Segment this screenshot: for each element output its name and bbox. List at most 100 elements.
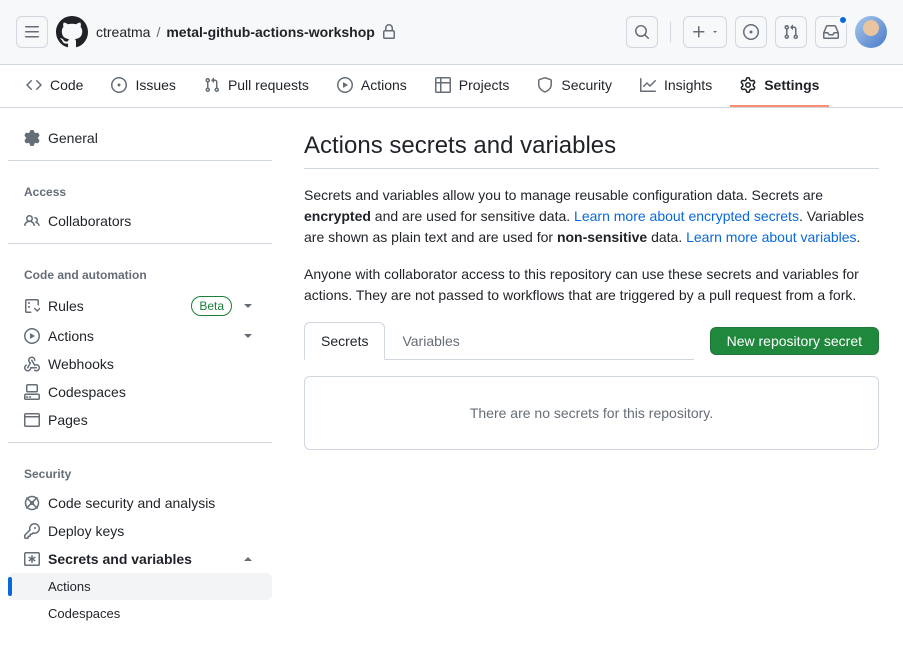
table-icon (435, 77, 451, 93)
main-content: Actions secrets and variables Secrets an… (280, 108, 903, 643)
pull-requests-button[interactable] (775, 16, 807, 48)
code-icon (26, 77, 42, 93)
gear-icon (740, 77, 756, 93)
github-mark-icon (56, 16, 88, 48)
inbox-button[interactable] (815, 16, 847, 48)
sidebar-item-label: Codespaces (48, 384, 256, 400)
gear-icon (24, 130, 40, 146)
sidebar-item-secrets-variables[interactable]: Secrets and variables (8, 545, 272, 573)
lock-icon (381, 24, 397, 40)
intro-bold: non-sensitive (557, 229, 647, 245)
pr-icon (204, 77, 220, 93)
search-button[interactable] (626, 16, 658, 48)
sidebar-heading-automation: Code and automation (8, 252, 272, 290)
breadcrumb-owner[interactable]: ctreatma (96, 24, 150, 40)
inbox-icon (823, 24, 839, 40)
graph-icon (640, 77, 656, 93)
chevron-down-icon (240, 298, 256, 314)
tab-label: Actions (361, 77, 407, 93)
tab-label: Settings (764, 77, 819, 93)
tab-label: Insights (664, 77, 712, 93)
sidebar-item-label: Code security and analysis (48, 495, 256, 511)
sidebar-subitem-actions[interactable]: Actions (8, 573, 272, 600)
intro-text-part: . (857, 229, 861, 245)
page-title: Actions secrets and variables (304, 132, 879, 169)
link-encrypted-secrets[interactable]: Learn more about encrypted secrets (574, 208, 799, 224)
plus-icon (691, 24, 707, 40)
sidebar-item-label: Rules (48, 298, 183, 314)
sidebar-subitem-codespaces[interactable]: Codespaces (8, 600, 272, 627)
codespaces-icon (24, 384, 40, 400)
sidebar-item-rules[interactable]: Rules Beta (8, 290, 272, 322)
sidebar-item-label: Pages (48, 412, 256, 428)
tab-insights[interactable]: Insights (630, 65, 722, 107)
hamburger-menu[interactable] (16, 16, 48, 48)
tab-issues[interactable]: Issues (101, 65, 185, 107)
sidebar-item-actions[interactable]: Actions (8, 322, 272, 350)
tab-variables[interactable]: Variables (385, 322, 476, 360)
sidebar-item-code-security[interactable]: Code security and analysis (8, 489, 272, 517)
intro-text-part: data. (647, 229, 686, 245)
sidebar-item-label: Secrets and variables (48, 551, 232, 567)
new-secret-button[interactable]: New repository secret (710, 327, 879, 355)
chevron-down-icon (240, 328, 256, 344)
settings-sidebar: General Access Collaborators Code and au… (0, 108, 280, 643)
notification-dot-icon (838, 15, 848, 25)
tab-projects[interactable]: Projects (425, 65, 520, 107)
search-icon (634, 24, 650, 40)
divider (8, 442, 272, 443)
play-icon (337, 77, 353, 93)
breadcrumb-repo[interactable]: metal-github-actions-workshop (166, 24, 374, 40)
secret-icon (24, 551, 40, 567)
webhook-icon (24, 356, 40, 372)
tab-actions[interactable]: Actions (327, 65, 417, 107)
tab-row: Secrets Variables New repository secret (304, 322, 879, 360)
people-icon (24, 213, 40, 229)
breadcrumb: ctreatma / metal-github-actions-workshop (96, 24, 618, 40)
github-logo[interactable] (56, 16, 88, 48)
sidebar-item-general[interactable]: General (8, 124, 272, 152)
sidebar-item-label: Codespaces (48, 606, 256, 621)
breadcrumb-separator: / (156, 24, 160, 40)
key-icon (24, 523, 40, 539)
beta-badge: Beta (191, 296, 232, 316)
sidebar-item-codespaces[interactable]: Codespaces (8, 378, 272, 406)
sidebar-item-label: Actions (48, 579, 256, 594)
sidebar-item-webhooks[interactable]: Webhooks (8, 350, 272, 378)
issue-opened-icon (743, 24, 759, 40)
tab-secrets[interactable]: Secrets (304, 322, 385, 360)
tab-security[interactable]: Security (527, 65, 622, 107)
create-menu[interactable] (683, 16, 727, 48)
tab-settings[interactable]: Settings (730, 65, 829, 107)
intro-bold: encrypted (304, 208, 371, 224)
git-pull-request-icon (783, 24, 799, 40)
issue-icon (111, 77, 127, 93)
rules-icon (24, 298, 40, 314)
sidebar-heading-security: Security (8, 451, 272, 489)
repo-nav: Code Issues Pull requests Actions Projec… (0, 65, 903, 108)
sidebar-item-label: Webhooks (48, 356, 256, 372)
intro-text-part: Secrets and variables allow you to manag… (304, 187, 823, 203)
tab-label: Issues (135, 77, 175, 93)
tab-label: Projects (459, 77, 510, 93)
scan-icon (24, 495, 40, 511)
tab-code[interactable]: Code (16, 65, 93, 107)
divider (8, 160, 272, 161)
issues-button[interactable] (735, 16, 767, 48)
empty-state: There are no secrets for this repository… (304, 376, 879, 450)
sidebar-item-collaborators[interactable]: Collaborators (8, 207, 272, 235)
chevron-up-icon (240, 551, 256, 567)
tab-pull-requests[interactable]: Pull requests (194, 65, 319, 107)
hamburger-icon (24, 24, 40, 40)
sidebar-heading-access: Access (8, 169, 272, 207)
link-variables[interactable]: Learn more about variables (686, 229, 856, 245)
caret-down-icon (711, 28, 719, 36)
sidebar-item-deploy-keys[interactable]: Deploy keys (8, 517, 272, 545)
sidebar-item-label: Deploy keys (48, 523, 256, 539)
divider (8, 243, 272, 244)
sidebar-item-pages[interactable]: Pages (8, 406, 272, 434)
secrets-tabs: Secrets Variables (304, 322, 694, 360)
play-icon (24, 328, 40, 344)
sidebar-item-label: Collaborators (48, 213, 256, 229)
avatar[interactable] (855, 16, 887, 48)
